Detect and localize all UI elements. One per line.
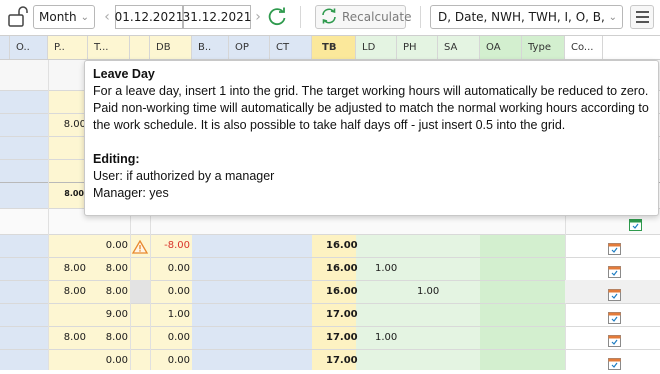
cell-tb[interactable]: 16.00 (326, 257, 358, 280)
cell-db[interactable]: 0.00 (150, 280, 190, 303)
cell-t[interactable]: 0.00 (88, 349, 128, 372)
column-header-db[interactable]: DB (150, 36, 192, 59)
calendar-icon[interactable] (608, 309, 621, 324)
leave-day-tooltip: Leave Day For a leave day, insert 1 into… (84, 60, 659, 216)
column-header-warning (130, 36, 150, 59)
cell-p[interactable]: 8.00 (48, 326, 86, 349)
refresh-icon[interactable] (266, 6, 288, 28)
toolbar: Month ⌄ ‹ 01.12.2021 31.12.2021 › Recalc… (0, 0, 660, 34)
chevron-down-icon: ⌄ (608, 11, 617, 23)
recalculate-label: Recalculate (342, 10, 412, 24)
cell-t[interactable]: 8.00 (88, 326, 128, 349)
grid-header: O.. P.. T... DB B.. OP CT TB LD PH SA OA… (0, 35, 660, 60)
column-header-type[interactable]: Type (522, 36, 565, 59)
hamburger-menu-icon[interactable] (630, 5, 654, 29)
column-header-comment[interactable]: Co... (565, 36, 603, 59)
columns-select-value: D, Date, NWH, TWH, I, O, B, (438, 10, 605, 24)
cell-tb[interactable]: 17.00 (326, 349, 358, 372)
calendar-icon[interactable] (608, 286, 621, 301)
cell-p[interactable]: 8.00 (48, 182, 84, 205)
cell-ld[interactable]: 1.00 (375, 257, 405, 280)
cell-db[interactable]: 0.00 (150, 326, 190, 349)
chevron-down-icon: ⌄ (80, 11, 89, 23)
cell-t[interactable]: 9.00 (88, 303, 128, 326)
unlock-icon[interactable] (4, 5, 30, 29)
cell-t[interactable]: 0.00 (88, 234, 128, 257)
cell-db[interactable]: -8.00 (150, 234, 190, 257)
tooltip-body: For a leave day, insert 1 into the grid.… (93, 84, 649, 132)
tooltip-editing-heading: Editing: (93, 152, 140, 166)
cell-t[interactable]: 8.00 (88, 280, 128, 303)
previous-period-button[interactable]: ‹ (100, 5, 114, 29)
cell-ph[interactable]: 1.00 (417, 280, 447, 303)
date-to-field[interactable]: 31.12.2021 (183, 5, 251, 29)
calendar-icon[interactable] (608, 355, 621, 370)
period-select[interactable]: Month ⌄ (33, 5, 95, 29)
column-header-b[interactable]: B.. (192, 36, 229, 59)
cell-ld[interactable] (356, 234, 396, 257)
date-from-field[interactable]: 01.12.2021 (115, 5, 183, 29)
column-header-blank (0, 36, 10, 59)
cell-t[interactable]: 8.00 (88, 257, 128, 280)
cell-p[interactable]: 8.00 (48, 280, 86, 303)
cell-tb[interactable]: 17.00 (326, 303, 358, 326)
column-header-tb[interactable]: TB (312, 36, 356, 59)
toolbar-divider (300, 6, 301, 28)
column-header-op[interactable]: OP (229, 36, 270, 59)
calendar-icon[interactable] (608, 332, 621, 347)
warning-icon (131, 239, 149, 254)
column-header-t[interactable]: T... (88, 36, 130, 59)
column-header-sa[interactable]: SA (438, 36, 480, 59)
cell-tb[interactable]: 17.00 (326, 326, 358, 349)
next-period-button[interactable]: › (251, 5, 265, 29)
cell-p[interactable]: 8.00 (48, 113, 86, 136)
cell-tb[interactable]: 16.00 (326, 234, 358, 257)
cell-ld[interactable]: 1.00 (375, 326, 405, 349)
calendar-icon[interactable] (608, 263, 621, 278)
column-header-oa[interactable]: OA (480, 36, 522, 59)
cell-tb[interactable]: 16.00 (326, 280, 358, 303)
column-header-ld[interactable]: LD (356, 36, 397, 59)
recalculate-button[interactable]: Recalculate (315, 5, 411, 29)
period-select-value: Month (39, 10, 77, 24)
calendar-icon[interactable] (608, 240, 621, 255)
toolbar-divider (420, 6, 421, 28)
recalculate-icon (320, 7, 338, 28)
tooltip-editing-manager: Manager: yes (93, 186, 169, 200)
columns-select[interactable]: D, Date, NWH, TWH, I, O, B, ⌄ (430, 5, 623, 29)
cell-db[interactable]: 0.00 (150, 349, 190, 372)
calendar-icon[interactable] (629, 216, 642, 231)
column-header-p[interactable]: P.. (48, 36, 88, 59)
column-header-ph[interactable]: PH (397, 36, 438, 59)
column-header-o[interactable]: O.. (10, 36, 48, 59)
shaded-cell (130, 280, 150, 303)
cell-p[interactable]: 8.00 (48, 257, 86, 280)
column-header-ct[interactable]: CT (270, 36, 312, 59)
cell-db[interactable]: 0.00 (150, 257, 190, 280)
tooltip-title: Leave Day (93, 67, 155, 81)
tooltip-editing-user: User: if authorized by a manager (93, 169, 275, 183)
cell-db[interactable]: 1.00 (150, 303, 190, 326)
